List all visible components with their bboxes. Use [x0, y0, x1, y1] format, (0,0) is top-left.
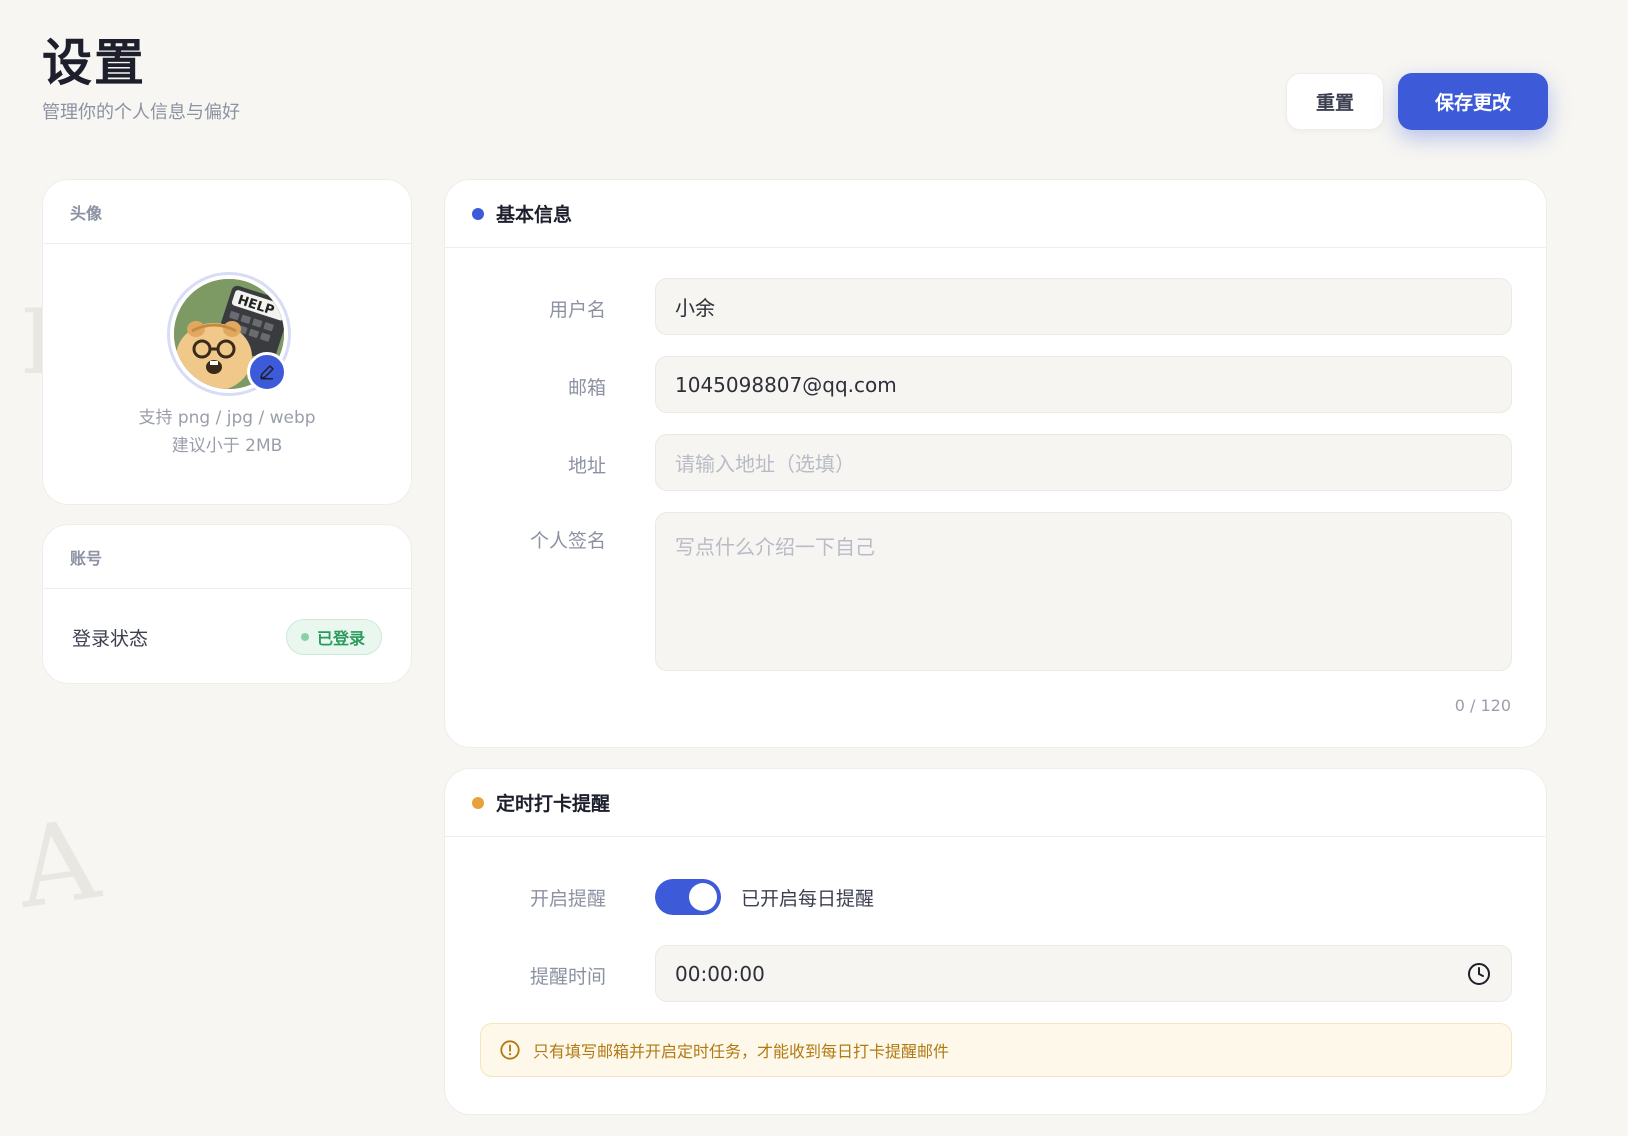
header-actions: 重置 保存更改 [1286, 73, 1548, 130]
username-input[interactable]: 小余 [655, 278, 1512, 335]
section-dot-icon [472, 796, 484, 809]
avatar-edit-button[interactable] [247, 352, 287, 392]
reminder-time-picker[interactable]: 00:00:00 [655, 945, 1512, 1002]
reminder-toggle[interactable] [655, 879, 721, 915]
email-label: 邮箱 [567, 377, 606, 399]
warning-circle-icon [500, 1040, 520, 1060]
toggle-knob [689, 883, 717, 911]
reminder-notice-text: 只有填写邮箱并开启定时任务，才能收到每日打卡提醒邮件 [533, 1042, 950, 1061]
avatar-card: 头像 HELP 支持 png / jpg / webp 建议小于 2MB [42, 179, 412, 505]
avatar-hint-size: 建议小于 2MB [171, 436, 283, 456]
background-letter: A [9, 795, 106, 933]
address-input[interactable]: 请输入地址（选填） [655, 434, 1512, 491]
save-button[interactable]: 保存更改 [1398, 73, 1548, 130]
avatar-card-header: 头像 [43, 180, 411, 244]
email-input[interactable]: 1045098807@qq.com [655, 356, 1512, 413]
account-card-title: 账号 [70, 548, 103, 568]
account-card-header: 账号 [43, 525, 411, 589]
status-badge: 已登录 [285, 619, 382, 655]
login-status-row: 登录状态 已登录 [72, 619, 382, 655]
page-subtitle: 管理你的个人信息与偏好 [42, 102, 240, 123]
enable-reminder-label: 开启提醒 [529, 888, 606, 910]
basic-info-title: 基本信息 [496, 204, 573, 226]
reset-button[interactable]: 重置 [1286, 73, 1384, 130]
username-label: 用户名 [548, 299, 606, 321]
signature-counter: 0 / 120 [1454, 696, 1511, 715]
reminder-time-label: 提醒时间 [529, 966, 606, 988]
status-dot-icon [300, 633, 309, 641]
signature-label: 个人签名 [529, 530, 606, 552]
avatar-card-title: 头像 [70, 203, 103, 223]
avatar-hint-formats: 支持 png / jpg / webp [138, 408, 316, 428]
enable-reminder-row: 开启提醒 [445, 884, 1546, 911]
section-dot-icon [472, 207, 484, 220]
reminder-header: 定时打卡提醒 [445, 769, 1546, 837]
reminder-card: 定时打卡提醒 开启提醒 已开启每日提醒 提醒时间 00:00:00 只有填写邮箱… [444, 768, 1547, 1115]
account-card: 账号 登录状态 已登录 [42, 524, 412, 684]
page-title: 设置 [42, 34, 146, 92]
signature-textarea[interactable]: 写点什么介绍一下自己 [655, 512, 1512, 671]
page-header: 设置 管理你的个人信息与偏好 [42, 30, 240, 124]
status-badge-text: 已登录 [316, 629, 365, 648]
login-status-label: 登录状态 [72, 627, 149, 650]
address-label: 地址 [567, 455, 606, 477]
reminder-notice: 只有填写邮箱并开启定时任务，才能收到每日打卡提醒邮件 [480, 1023, 1512, 1077]
reminder-toggle-status: 已开启每日提醒 [741, 888, 875, 910]
basic-info-card: 基本信息 用户名 小余 邮箱 1045098807@qq.com 地址 请输入地… [444, 179, 1547, 748]
reminder-time-value: 00:00:00 [675, 961, 765, 986]
pencil-icon [260, 365, 274, 380]
clock-icon[interactable] [1467, 962, 1491, 986]
reminder-title: 定时打卡提醒 [496, 793, 611, 815]
basic-info-header: 基本信息 [445, 180, 1546, 248]
avatar-uploader[interactable]: HELP [167, 272, 291, 396]
